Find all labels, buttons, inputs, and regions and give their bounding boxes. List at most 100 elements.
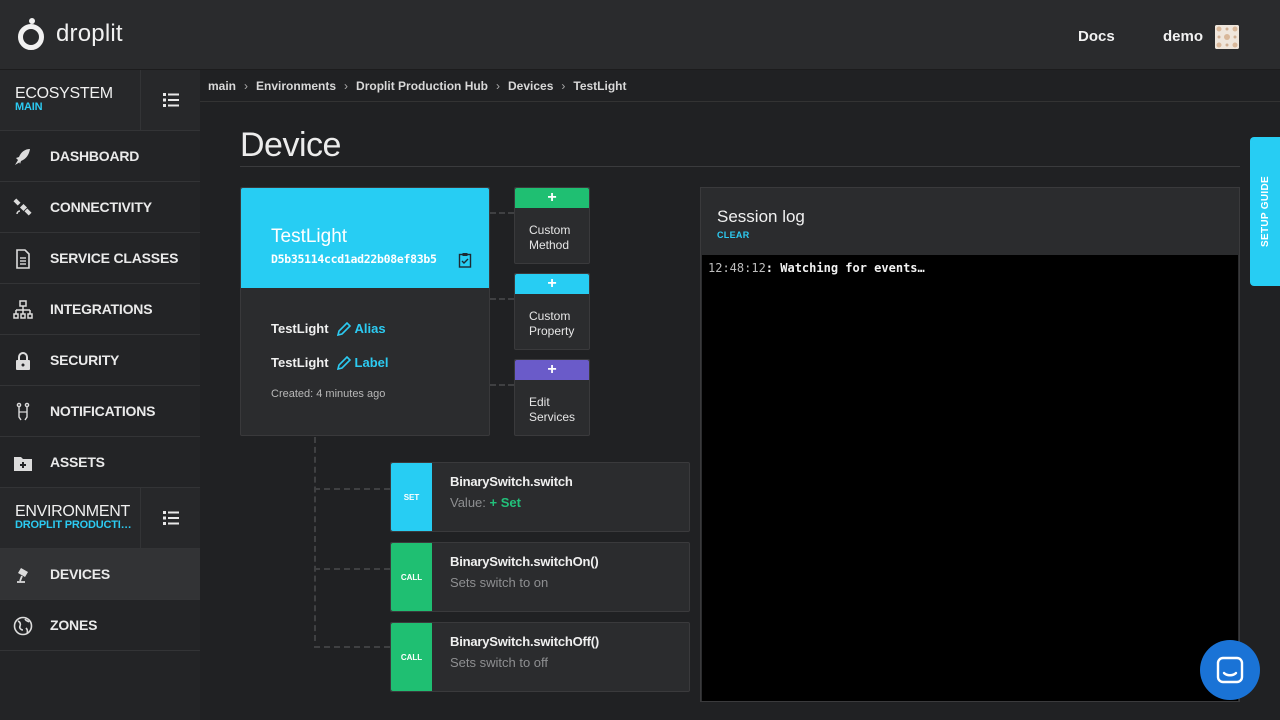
- value-label: Value:: [450, 495, 486, 510]
- service-card-switch-on[interactable]: CALL BinarySwitch.switchOn() Sets switch…: [390, 542, 690, 612]
- device-header: TestLight D5b35114ccd1ad22b08ef83b5: [241, 188, 489, 288]
- service-card-switch-off[interactable]: CALL BinarySwitch.switchOff() Sets switc…: [390, 622, 690, 692]
- tile-label-line: Services: [529, 410, 576, 424]
- breadcrumb: main › Environments › Droplit Production…: [200, 70, 1280, 102]
- tile-label: Edit Services: [529, 395, 575, 425]
- notification-icon: [16, 402, 30, 421]
- sidebar-item-dashboard[interactable]: DASHBOARD: [0, 131, 200, 182]
- user-menu[interactable]: demo: [1163, 28, 1203, 45]
- connector: [490, 384, 514, 386]
- session-log-title: Session log: [717, 207, 805, 226]
- log-message: : Watching for events…: [765, 261, 925, 275]
- tile-label-line: Property: [529, 324, 575, 338]
- satellite-icon: [13, 198, 32, 216]
- sidebar-item-service-classes[interactable]: SERVICE CLASSES: [0, 233, 200, 284]
- alias-row: TestLight Alias: [271, 321, 386, 336]
- clear-log-button[interactable]: CLEAR: [717, 230, 750, 240]
- custom-property-tile[interactable]: + Custom Property: [514, 273, 590, 350]
- setup-guide-label: SETUP GUIDE: [1259, 176, 1271, 247]
- call-badge: CALL: [391, 623, 432, 691]
- breadcrumb-hub[interactable]: Droplit Production Hub: [356, 79, 488, 93]
- breadcrumb-environments[interactable]: Environments: [256, 79, 336, 93]
- sidebar-item-notifications[interactable]: NOTIFICATIONS: [0, 386, 200, 437]
- connector: [314, 488, 390, 490]
- sidebar-item-label: CONNECTIVITY: [50, 199, 152, 215]
- chat-button[interactable]: [1200, 640, 1260, 700]
- plus-icon: +: [515, 360, 589, 380]
- environment-list-toggle[interactable]: [140, 488, 200, 548]
- environment-section[interactable]: ENVIRONMENT DROPLIT PRODUCTIO...: [0, 488, 200, 549]
- top-bar: droplit Docs demo: [0, 0, 1280, 70]
- set-value-button[interactable]: + Set: [490, 495, 521, 510]
- tile-label: Custom Property: [529, 309, 574, 339]
- service-description: Sets switch to on: [450, 575, 549, 590]
- sidebar-item-label: DASHBOARD: [50, 148, 140, 164]
- edit-services-tile[interactable]: + Edit Services: [514, 359, 590, 436]
- droplit-logo[interactable]: droplit: [18, 16, 123, 52]
- sidebar-item-label: DEVICES: [50, 566, 111, 582]
- alias-edit-button[interactable]: Alias: [336, 321, 386, 336]
- connector: [314, 437, 316, 641]
- tile-label-line: Edit: [529, 395, 550, 409]
- tile-label: Custom Method: [529, 223, 570, 253]
- sidebar-item-devices[interactable]: DEVICES: [0, 549, 200, 600]
- pencil-icon: [336, 321, 351, 336]
- label-row: TestLight Label: [271, 355, 389, 370]
- connector: [490, 298, 514, 300]
- lock-icon: [16, 352, 30, 370]
- plus-icon: +: [515, 274, 589, 294]
- label-edit-label: Label: [354, 355, 389, 370]
- chat-icon: [1216, 656, 1244, 684]
- breadcrumb-main[interactable]: main: [208, 79, 236, 93]
- log-timestamp: 12:48:12: [708, 261, 766, 275]
- alias-edit-label: Alias: [354, 321, 386, 336]
- globe-icon: [13, 616, 33, 636]
- docs-link[interactable]: Docs: [1078, 28, 1115, 45]
- sidebar-item-assets[interactable]: ASSETS: [0, 437, 200, 488]
- setup-guide-tab[interactable]: SETUP GUIDE: [1250, 137, 1280, 286]
- avatar[interactable]: [1215, 25, 1239, 49]
- session-log-console[interactable]: 12:48:12: Watching for events…: [702, 255, 1238, 701]
- tile-label-line: Custom: [529, 223, 571, 237]
- ecosystem-section[interactable]: ECOSYSTEM MAIN: [0, 70, 200, 131]
- list-icon: [162, 511, 179, 525]
- clipboard-icon[interactable]: [458, 252, 472, 268]
- title-divider: [240, 166, 1240, 167]
- service-name: BinarySwitch.switchOn(): [450, 554, 599, 569]
- sidebar-item-label: INTEGRATIONS: [50, 301, 153, 317]
- service-name: BinarySwitch.switchOff(): [450, 634, 600, 649]
- breadcrumb-devices[interactable]: Devices: [508, 79, 553, 93]
- sidebar-item-label: ZONES: [50, 617, 98, 633]
- service-value: Value: + Set: [450, 495, 521, 510]
- droplit-logo-icon: [18, 18, 48, 50]
- logo-text: droplit: [56, 20, 123, 47]
- sidebar-item-label: NOTIFICATIONS: [50, 403, 156, 419]
- device-name: TestLight: [271, 226, 348, 247]
- device-card: TestLight D5b35114ccd1ad22b08ef83b5 Test…: [240, 187, 490, 436]
- device-id: D5b35114ccd1ad22b08ef83b5: [271, 252, 437, 266]
- sidebar-item-connectivity[interactable]: CONNECTIVITY: [0, 182, 200, 233]
- ecosystem-list-toggle[interactable]: [140, 70, 200, 130]
- document-icon: [16, 249, 30, 269]
- label-edit-button[interactable]: Label: [336, 355, 389, 370]
- connector: [314, 568, 390, 570]
- call-badge: CALL: [391, 543, 432, 611]
- sidebar-item-label: SERVICE CLASSES: [50, 250, 179, 266]
- page-title: Device: [240, 126, 341, 164]
- chevron-right-icon: ›: [344, 78, 349, 93]
- label-value: TestLight: [271, 355, 329, 370]
- breadcrumb-current: TestLight: [573, 78, 627, 93]
- service-description: Sets switch to off: [450, 655, 549, 670]
- connector: [490, 212, 514, 214]
- service-card-switch[interactable]: SET BinarySwitch.switch Value: + Set: [390, 462, 690, 532]
- log-line: 12:48:12: Watching for events…: [708, 261, 925, 275]
- sidebar-item-integrations[interactable]: INTEGRATIONS: [0, 284, 200, 335]
- connector: [314, 646, 390, 648]
- ecosystem-subtitle: MAIN: [15, 101, 43, 113]
- folder-plus-icon: [14, 457, 32, 471]
- sidebar-item-zones[interactable]: ZONES: [0, 600, 200, 651]
- custom-method-tile[interactable]: + Custom Method: [514, 187, 590, 264]
- rocket-icon: [15, 149, 30, 165]
- sidebar-item-security[interactable]: SECURITY: [0, 335, 200, 386]
- tile-label-line: Method: [529, 238, 570, 252]
